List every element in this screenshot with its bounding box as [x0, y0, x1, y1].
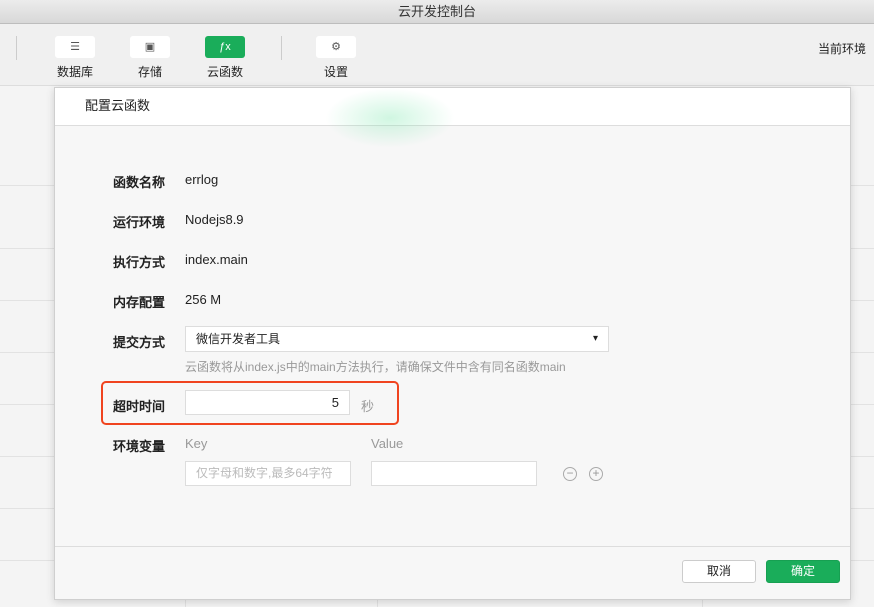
memory-value: 256 M: [185, 292, 222, 307]
env-vars-label: 环境变量: [113, 439, 166, 454]
toolbar-label: 存储: [137, 65, 162, 79]
submit-method-select[interactable]: 微信开发者工具 ▾: [185, 326, 609, 352]
env-key-input[interactable]: 仅字母和数字,最多64字符: [185, 461, 351, 486]
cancel-button[interactable]: 取消: [682, 560, 756, 583]
env-value-header: Value: [371, 436, 404, 451]
handler-label: 执行方式: [113, 255, 166, 270]
toolbar-function-button[interactable]: ƒx 云函数: [195, 36, 255, 80]
runtime-label: 运行环境: [113, 215, 166, 230]
timeout-label: 超时时间: [113, 399, 166, 414]
timeout-unit: 秒: [361, 399, 375, 414]
remove-env-icon[interactable]: −: [563, 467, 577, 481]
function-icon: ƒx: [205, 36, 245, 58]
gear-icon: ⚙: [316, 36, 356, 58]
function-name-label: 函数名称: [113, 175, 166, 190]
storage-icon: ▣: [130, 36, 170, 58]
toolbar-database-button[interactable]: ☰ 数据库: [45, 36, 105, 80]
add-env-icon[interactable]: +: [589, 467, 603, 481]
timeout-input[interactable]: 5: [185, 390, 350, 415]
memory-label: 内存配置: [113, 295, 166, 310]
function-name-value: errlog: [185, 172, 219, 187]
toolbar-settings-button[interactable]: ⚙ 设置: [306, 36, 366, 80]
toolbar-storage-button[interactable]: ▣ 存储: [120, 36, 180, 80]
database-icon: ☰: [55, 36, 95, 58]
current-env-label: 当前环境: [817, 42, 866, 56]
toolbar-label: 设置: [323, 65, 348, 79]
toolbar-divider: [281, 36, 282, 60]
env-value-input[interactable]: [371, 461, 537, 486]
toolbar-label: 云函数: [206, 65, 243, 79]
env-key-header: Key: [185, 436, 208, 451]
confirm-button[interactable]: 确定: [766, 560, 840, 583]
runtime-value: Nodejs8.9: [185, 212, 244, 227]
dialog-footer-divider: [55, 546, 850, 547]
decorative-glow: [325, 88, 455, 148]
toolbar-divider: [16, 36, 17, 60]
toolbar-label: 数据库: [56, 65, 93, 79]
submit-method-hint: 云函数将从index.js中的main方法执行，请确保文件中含有同名函数main: [185, 360, 566, 374]
configure-function-dialog: 配置云函数 函数名称 errlog 运行环境 Nodejs8.9 执行方式 in…: [54, 87, 851, 600]
toolbar: ☰ 数据库 ▣ 存储 ƒx 云函数 ⚙ 设置 当前环境: [0, 24, 874, 86]
window-title: 云开发控制台: [0, 0, 874, 24]
chevron-down-icon: ▾: [592, 333, 598, 344]
submit-method-label: 提交方式: [113, 335, 166, 350]
handler-value: index.main: [185, 252, 248, 267]
submit-method-value: 微信开发者工具: [196, 332, 281, 346]
